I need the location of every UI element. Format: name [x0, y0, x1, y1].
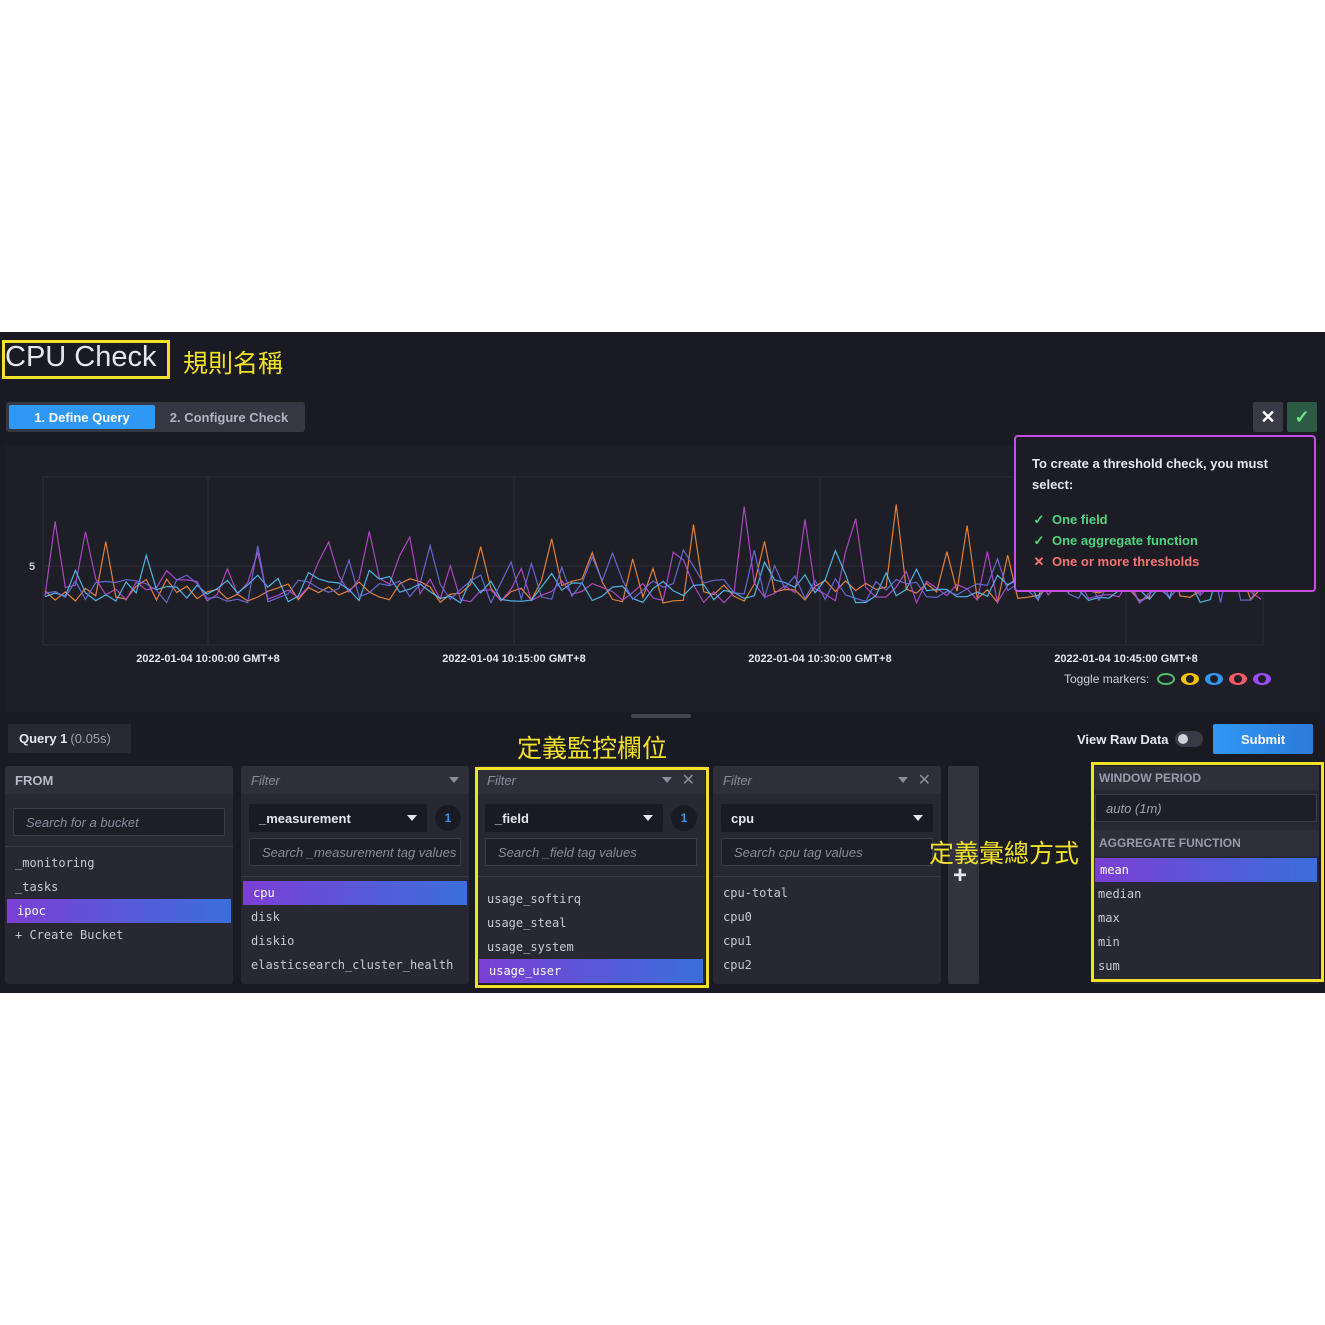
bucket-item[interactable]: _monitoring — [5, 851, 233, 875]
chevron-down-icon[interactable] — [897, 777, 908, 783]
tag-value[interactable]: cpu2 — [713, 953, 941, 977]
rule-name-annotation: 規則名稱 — [183, 349, 284, 378]
view-raw-data-toggle[interactable]: View Raw Data — [1077, 731, 1203, 747]
tag-search-input[interactable]: Search _measurement tag values — [249, 838, 461, 866]
aggregate-annotation-box — [1091, 762, 1324, 982]
tag-value[interactable]: disk — [241, 905, 469, 929]
bucket-item-selected[interactable]: ipoc — [7, 899, 231, 923]
tag-key-dropdown[interactable]: _measurement — [249, 804, 427, 832]
requirement-thresholds: ✕ One or more thresholds — [1032, 551, 1298, 572]
eye-icon[interactable] — [1229, 673, 1248, 685]
x-tick-label: 2022-01-04 10:00:00 GMT+8 — [136, 653, 279, 665]
check-icon: ✓ — [1033, 512, 1045, 527]
close-icon: ✕ — [1260, 406, 1276, 427]
step-tabs: 1. Define Query 2. Configure Check — [6, 402, 305, 432]
from-column: FROM Search for a bucket _monitoring _ta… — [5, 766, 233, 984]
define-field-annotation: 定義監控欄位 — [517, 734, 668, 763]
requirements-tooltip: To create a threshold check, you must se… — [1014, 435, 1316, 592]
close-icon: ✕ — [1033, 554, 1045, 569]
selected-count-badge: 1 — [435, 805, 461, 831]
tag-value[interactable]: cpu1 — [713, 929, 941, 953]
tag-value[interactable]: diskio — [241, 929, 469, 953]
tag-value[interactable]: elasticsearch_cluster_health — [241, 953, 469, 977]
field-annotation-box — [475, 767, 709, 988]
tooltip-intro: To create a threshold check, you must se… — [1032, 456, 1268, 492]
from-header: FROM — [5, 766, 233, 794]
bucket-item[interactable]: _tasks — [5, 875, 233, 899]
create-bucket-button[interactable]: + Create Bucket — [5, 923, 233, 947]
query-tab[interactable]: Query 1 (0.05s) — [8, 724, 131, 753]
close-icon[interactable]: ✕ — [918, 770, 931, 790]
tag-key-dropdown[interactable]: cpu — [721, 804, 933, 832]
chevron-down-icon[interactable] — [449, 777, 459, 783]
check-editor: CPU Check 規則名稱 1. Define Query 2. Config… — [0, 332, 1325, 993]
submit-button[interactable]: Submit — [1213, 724, 1313, 754]
chevron-down-icon — [407, 815, 417, 821]
cpu-filter-column: Filter ✕ cpu Search cpu tag values cpu-t… — [713, 766, 941, 984]
save-button[interactable]: ✓ — [1287, 402, 1317, 432]
requirement-aggregate: ✓ One aggregate function — [1032, 530, 1298, 551]
marker-toggles: Toggle markers: — [1064, 672, 1272, 686]
resize-handle[interactable] — [631, 714, 691, 718]
x-tick-label: 2022-01-04 10:15:00 GMT+8 — [442, 653, 585, 665]
tag-value[interactable]: cpu-total — [713, 881, 941, 905]
y-tick-label: 5 — [29, 561, 35, 573]
tag-value[interactable]: cpu0 — [713, 905, 941, 929]
bucket-search-input[interactable]: Search for a bucket — [13, 808, 225, 836]
check-icon: ✓ — [1033, 533, 1045, 548]
eye-icon[interactable] — [1205, 673, 1224, 685]
chevron-down-icon — [913, 815, 923, 821]
raw-data-switch[interactable] — [1174, 731, 1203, 747]
x-tick-label: 2022-01-04 10:30:00 GMT+8 — [748, 653, 891, 665]
x-tick-label: 2022-01-04 10:45:00 GMT+8 — [1054, 653, 1197, 665]
requirement-one-field: ✓ One field — [1032, 509, 1298, 530]
measurement-filter-column: Filter _measurement 1 Search _measuremen… — [241, 766, 469, 984]
tag-value-selected[interactable]: cpu — [243, 881, 467, 905]
check-icon: ✓ — [1294, 406, 1310, 427]
tab-configure-check[interactable]: 2. Configure Check — [159, 405, 299, 429]
title-annotation-box — [2, 340, 170, 379]
tag-search-input[interactable]: Search cpu tag values — [721, 838, 933, 866]
eye-off-icon[interactable] — [1157, 673, 1176, 685]
filter-header: Filter — [241, 766, 469, 794]
tab-define-query[interactable]: 1. Define Query — [9, 405, 155, 429]
cancel-button[interactable]: ✕ — [1253, 402, 1283, 432]
filter-header: Filter ✕ — [713, 766, 941, 794]
eye-icon[interactable] — [1253, 673, 1272, 685]
define-agg-annotation: 定義彙總方式 — [929, 839, 1080, 868]
toggle-markers-label: Toggle markers: — [1064, 672, 1150, 686]
eye-icon[interactable] — [1181, 673, 1200, 685]
